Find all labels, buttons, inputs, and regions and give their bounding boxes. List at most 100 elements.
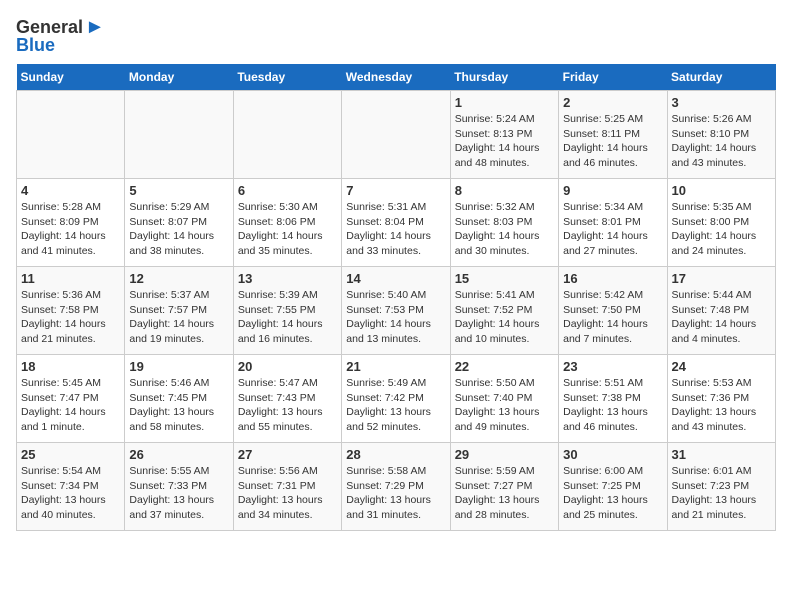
day-cell: 4 Sunrise: 5:28 AM Sunset: 8:09 PM Daylig…: [17, 179, 125, 267]
day-cell: 9 Sunrise: 5:34 AM Sunset: 8:01 PM Daylig…: [559, 179, 667, 267]
day-header-saturday: Saturday: [667, 64, 775, 91]
day-number: 28: [346, 447, 445, 462]
day-info: Sunrise: 5:46 AM Sunset: 7:45 PM Dayligh…: [129, 376, 228, 435]
day-cell: 30 Sunrise: 6:00 AM Sunset: 7:25 PM Dayli…: [559, 443, 667, 531]
logo-text-blue: Blue: [16, 35, 55, 56]
day-cell: 10 Sunrise: 5:35 AM Sunset: 8:00 PM Dayli…: [667, 179, 775, 267]
day-header-tuesday: Tuesday: [233, 64, 341, 91]
day-info: Sunrise: 5:54 AM Sunset: 7:34 PM Dayligh…: [21, 464, 120, 523]
day-number: 26: [129, 447, 228, 462]
day-info: Sunrise: 5:58 AM Sunset: 7:29 PM Dayligh…: [346, 464, 445, 523]
day-cell: 17 Sunrise: 5:44 AM Sunset: 7:48 PM Dayli…: [667, 267, 775, 355]
day-cell: 11 Sunrise: 5:36 AM Sunset: 7:58 PM Dayli…: [17, 267, 125, 355]
day-header-wednesday: Wednesday: [342, 64, 450, 91]
day-cell: 14 Sunrise: 5:40 AM Sunset: 7:53 PM Dayli…: [342, 267, 450, 355]
day-info: Sunrise: 5:53 AM Sunset: 7:36 PM Dayligh…: [672, 376, 771, 435]
day-cell: 23 Sunrise: 5:51 AM Sunset: 7:38 PM Dayli…: [559, 355, 667, 443]
day-info: Sunrise: 5:56 AM Sunset: 7:31 PM Dayligh…: [238, 464, 337, 523]
day-number: 4: [21, 183, 120, 198]
day-cell: [125, 91, 233, 179]
day-info: Sunrise: 5:51 AM Sunset: 7:38 PM Dayligh…: [563, 376, 662, 435]
day-number: 18: [21, 359, 120, 374]
day-info: Sunrise: 5:40 AM Sunset: 7:53 PM Dayligh…: [346, 288, 445, 347]
day-header-monday: Monday: [125, 64, 233, 91]
day-info: Sunrise: 5:35 AM Sunset: 8:00 PM Dayligh…: [672, 200, 771, 259]
day-info: Sunrise: 5:25 AM Sunset: 8:11 PM Dayligh…: [563, 112, 662, 171]
day-info: Sunrise: 5:49 AM Sunset: 7:42 PM Dayligh…: [346, 376, 445, 435]
day-cell: 16 Sunrise: 5:42 AM Sunset: 7:50 PM Dayli…: [559, 267, 667, 355]
day-info: Sunrise: 5:59 AM Sunset: 7:27 PM Dayligh…: [455, 464, 554, 523]
day-number: 24: [672, 359, 771, 374]
day-cell: 18 Sunrise: 5:45 AM Sunset: 7:47 PM Dayli…: [17, 355, 125, 443]
day-info: Sunrise: 5:44 AM Sunset: 7:48 PM Dayligh…: [672, 288, 771, 347]
day-number: 27: [238, 447, 337, 462]
day-number: 19: [129, 359, 228, 374]
day-number: 2: [563, 95, 662, 110]
day-cell: 12Sunrise: 5:37 AM Sunset: 7:57 PM Dayli…: [125, 267, 233, 355]
day-number: 15: [455, 271, 554, 286]
day-number: 13: [238, 271, 337, 286]
day-cell: 25 Sunrise: 5:54 AM Sunset: 7:34 PM Dayli…: [17, 443, 125, 531]
day-cell: 22 Sunrise: 5:50 AM Sunset: 7:40 PM Dayli…: [450, 355, 558, 443]
header: General ► Blue: [16, 16, 776, 56]
day-cell: 26 Sunrise: 5:55 AM Sunset: 7:33 PM Dayli…: [125, 443, 233, 531]
day-cell: 21 Sunrise: 5:49 AM Sunset: 7:42 PM Dayli…: [342, 355, 450, 443]
day-info: Sunrise: 5:34 AM Sunset: 8:01 PM Dayligh…: [563, 200, 662, 259]
day-number: 11: [21, 271, 120, 286]
day-number: 22: [455, 359, 554, 374]
day-info: Sunrise: 5:28 AM Sunset: 8:09 PM Dayligh…: [21, 200, 120, 259]
day-cell: 20 Sunrise: 5:47 AM Sunset: 7:43 PM Dayli…: [233, 355, 341, 443]
day-cell: 5Sunrise: 5:29 AM Sunset: 8:07 PM Daylig…: [125, 179, 233, 267]
day-cell: 28 Sunrise: 5:58 AM Sunset: 7:29 PM Dayli…: [342, 443, 450, 531]
day-info: Sunrise: 5:24 AM Sunset: 8:13 PM Dayligh…: [455, 112, 554, 171]
day-info: Sunrise: 5:55 AM Sunset: 7:33 PM Dayligh…: [129, 464, 228, 523]
day-cell: 1 Sunrise: 5:24 AM Sunset: 8:13 PM Daylig…: [450, 91, 558, 179]
day-number: 23: [563, 359, 662, 374]
day-info: Sunrise: 5:30 AM Sunset: 8:06 PM Dayligh…: [238, 200, 337, 259]
day-number: 30: [563, 447, 662, 462]
day-cell: 29 Sunrise: 5:59 AM Sunset: 7:27 PM Dayli…: [450, 443, 558, 531]
day-number: 8: [455, 183, 554, 198]
day-cell: 19 Sunrise: 5:46 AM Sunset: 7:45 PM Dayli…: [125, 355, 233, 443]
week-row-5: 25 Sunrise: 5:54 AM Sunset: 7:34 PM Dayli…: [17, 443, 776, 531]
day-number: 1: [455, 95, 554, 110]
day-number: 31: [672, 447, 771, 462]
week-row-2: 4 Sunrise: 5:28 AM Sunset: 8:09 PM Daylig…: [17, 179, 776, 267]
logo-bird-icon: ►: [85, 16, 105, 39]
day-number: 29: [455, 447, 554, 462]
day-info: Sunrise: 5:39 AM Sunset: 7:55 PM Dayligh…: [238, 288, 337, 347]
day-info: Sunrise: 5:41 AM Sunset: 7:52 PM Dayligh…: [455, 288, 554, 347]
day-info: Sunrise: 5:47 AM Sunset: 7:43 PM Dayligh…: [238, 376, 337, 435]
day-info: Sunrise: 5:29 AM Sunset: 8:07 PM Dayligh…: [129, 200, 228, 259]
day-number: 17: [672, 271, 771, 286]
day-header-sunday: Sunday: [17, 64, 125, 91]
day-number: 7: [346, 183, 445, 198]
day-cell: 24 Sunrise: 5:53 AM Sunset: 7:36 PM Dayli…: [667, 355, 775, 443]
day-cell: 3Sunrise: 5:26 AM Sunset: 8:10 PM Daylig…: [667, 91, 775, 179]
day-info: Sunrise: 5:37 AM Sunset: 7:57 PM Dayligh…: [129, 288, 228, 347]
day-info: Sunrise: 5:50 AM Sunset: 7:40 PM Dayligh…: [455, 376, 554, 435]
day-cell: 13 Sunrise: 5:39 AM Sunset: 7:55 PM Dayli…: [233, 267, 341, 355]
day-number: 20: [238, 359, 337, 374]
day-info: Sunrise: 6:00 AM Sunset: 7:25 PM Dayligh…: [563, 464, 662, 523]
day-cell: 6Sunrise: 5:30 AM Sunset: 8:06 PM Daylig…: [233, 179, 341, 267]
day-number: 9: [563, 183, 662, 198]
day-header-friday: Friday: [559, 64, 667, 91]
day-cell: 2 Sunrise: 5:25 AM Sunset: 8:11 PM Daylig…: [559, 91, 667, 179]
day-number: 21: [346, 359, 445, 374]
week-row-1: 1 Sunrise: 5:24 AM Sunset: 8:13 PM Daylig…: [17, 91, 776, 179]
week-row-3: 11 Sunrise: 5:36 AM Sunset: 7:58 PM Dayli…: [17, 267, 776, 355]
day-number: 16: [563, 271, 662, 286]
day-cell: 7Sunrise: 5:31 AM Sunset: 8:04 PM Daylig…: [342, 179, 450, 267]
logo: General ► Blue: [16, 16, 105, 56]
day-number: 14: [346, 271, 445, 286]
day-info: Sunrise: 5:45 AM Sunset: 7:47 PM Dayligh…: [21, 376, 120, 435]
day-number: 25: [21, 447, 120, 462]
day-number: 10: [672, 183, 771, 198]
day-cell: 27 Sunrise: 5:56 AM Sunset: 7:31 PM Dayli…: [233, 443, 341, 531]
day-info: Sunrise: 5:42 AM Sunset: 7:50 PM Dayligh…: [563, 288, 662, 347]
day-header-thursday: Thursday: [450, 64, 558, 91]
day-cell: [17, 91, 125, 179]
day-info: Sunrise: 5:36 AM Sunset: 7:58 PM Dayligh…: [21, 288, 120, 347]
day-number: 3: [672, 95, 771, 110]
